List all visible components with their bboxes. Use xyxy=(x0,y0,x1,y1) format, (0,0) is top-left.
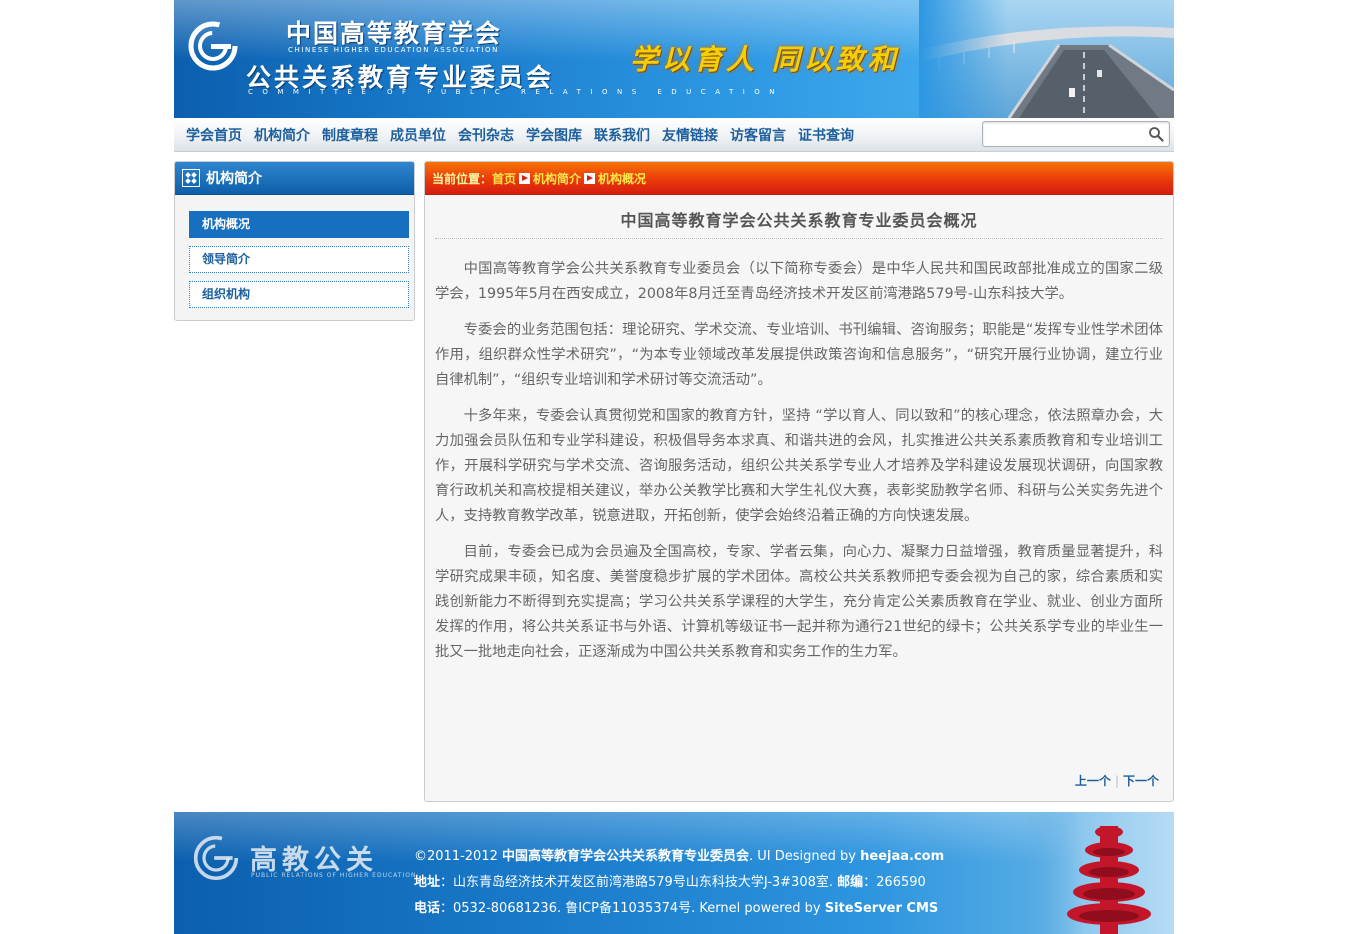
nav-item-home[interactable]: 学会首页 xyxy=(186,125,242,145)
nav-item-links[interactable]: 友情链接 xyxy=(662,125,718,145)
breadcrumb-home[interactable]: 首页 xyxy=(492,170,516,187)
search-input[interactable] xyxy=(987,122,1141,146)
article-paragraph: 专委会的业务范围包括：理论研究、学术交流、专业培训、书刊编辑、咨询服务；职能是“… xyxy=(435,322,1163,388)
pager: 上一个 | 下一个 xyxy=(1075,772,1159,789)
address-label: 地址 xyxy=(414,875,441,890)
article-paragraph: 目前，专委会已成为会员遍及全国高校，专家、学者云集，向心力、凝聚力日益增强，教育… xyxy=(435,544,1163,660)
nav-item-certificate[interactable]: 证书查询 xyxy=(798,125,854,145)
sculpture-photo xyxy=(1024,812,1174,934)
site-header: 中国高等教育学会 CHINESE HIGHER EDUCATION ASSOCI… xyxy=(174,0,1174,118)
sidebar: 机构简介 机构概况 领导简介 组织机构 xyxy=(174,161,415,321)
site-footer: 高教公关 PUBLIC RELATIONS OF HIGHER EDUCATIO… xyxy=(174,812,1174,934)
footer-line-address: 地址：山东青岛经济技术开发区前湾港路579号山东科技大学J-3#308室. 邮编… xyxy=(414,870,944,896)
org-name-cn: 中国高等教育学会 xyxy=(286,19,503,48)
next-link[interactable]: 下一个 xyxy=(1123,774,1159,788)
association-logo-icon xyxy=(188,21,238,71)
footer-brand-en: PUBLIC RELATIONS OF HIGHER EDUCATION xyxy=(251,872,417,879)
postcode: ：266590 xyxy=(863,875,926,890)
nav-item-journal[interactable]: 会刊杂志 xyxy=(458,125,514,145)
pager-separator: | xyxy=(1114,774,1119,788)
breadcrumb-about[interactable]: 机构简介 xyxy=(533,170,581,187)
designer-link[interactable]: heejaa.com xyxy=(860,849,944,864)
sidebar-header: 机构简介 xyxy=(175,162,414,195)
bridge-photo xyxy=(919,0,1174,118)
article-body: 中国高等教育学会公共关系教育专业委员会（以下简称专委会）是中华人民共和国民政部批… xyxy=(425,239,1173,665)
nav-item-members[interactable]: 成员单位 xyxy=(390,125,446,145)
nav-item-regulations[interactable]: 制度章程 xyxy=(322,125,378,145)
article-paragraph: 中国高等教育学会公共关系教育专业委员会（以下简称专委会）是中华人民共和国民政部批… xyxy=(435,261,1163,302)
footer-line-copyright: ©2011-2012 中国高等教育学会公共关系教育专业委员会. UI Desig… xyxy=(414,844,944,870)
footer-org-name: 中国高等教育学会公共关系教育专业委员会 xyxy=(502,849,750,864)
nav-item-contact[interactable]: 联系我们 xyxy=(594,125,650,145)
arrow-right-icon xyxy=(584,172,596,184)
arrow-right-icon xyxy=(519,172,531,184)
search-icon[interactable] xyxy=(1148,126,1164,142)
committee-name-en: COMMITTEE OF PUBLIC RELATIONS EDUCATION xyxy=(248,88,785,96)
footer-logo-icon xyxy=(193,835,239,881)
sidebar-item-leadership[interactable]: 领导简介 xyxy=(189,246,409,273)
designed-by-label: . UI Designed by xyxy=(749,849,856,864)
breadcrumb-overview[interactable]: 机构概况 xyxy=(598,170,646,187)
main-nav: 学会首页 机构简介 制度章程 成员单位 会刊杂志 学会图库 联系我们 友情链接 … xyxy=(174,118,1174,152)
cms-link[interactable]: SiteServer CMS xyxy=(825,901,939,916)
breadcrumb: 当前位置： 首页 机构简介 机构概况 xyxy=(425,162,1173,195)
org-name-en: CHINESE HIGHER EDUCATION ASSOCIATION xyxy=(288,46,499,54)
sidebar-list: 机构概况 领导简介 组织机构 xyxy=(189,211,414,308)
search-box xyxy=(982,121,1170,147)
article-title: 中国高等教育学会公共关系教育专业委员会概况 xyxy=(620,211,978,230)
postcode-label: 邮编 xyxy=(837,875,864,890)
main-content: 当前位置： 首页 机构简介 机构概况 中国高等教育学会公共关系教育专业委员会概况… xyxy=(424,161,1174,802)
breadcrumb-label: 当前位置： xyxy=(432,171,493,186)
slogan: 学以育人 同以致和 xyxy=(630,43,900,76)
sidebar-title: 机构简介 xyxy=(206,171,262,187)
page-wrapper: 中国高等教育学会 CHINESE HIGHER EDUCATION ASSOCI… xyxy=(174,0,1174,934)
footer-info: ©2011-2012 中国高等教育学会公共关系教育专业委员会. UI Desig… xyxy=(414,844,944,922)
sidebar-item-overview[interactable]: 机构概况 xyxy=(189,211,409,238)
copyright: ©2011-2012 xyxy=(414,849,498,864)
sidebar-item-organization[interactable]: 组织机构 xyxy=(189,281,409,308)
prev-link[interactable]: 上一个 xyxy=(1075,774,1111,788)
nav-item-gallery[interactable]: 学会图库 xyxy=(526,125,582,145)
article-paragraph: 十多年来，专委会认真贯彻党和国家的教育方针，坚持 “学以育人、同以致和”的核心理… xyxy=(435,408,1163,524)
phone-label: 电话 xyxy=(414,901,441,916)
footer-line-phone: 电话：0532-80681236. 鲁ICP备11035374号. Kernel… xyxy=(414,896,944,922)
phone: ：0532-80681236. 鲁ICP备11035374号. Kernel p… xyxy=(440,901,825,916)
address: ：山东青岛经济技术开发区前湾港路579号山东科技大学J-3#308室. xyxy=(440,875,838,890)
nav-item-about[interactable]: 机构简介 xyxy=(254,125,310,145)
nav-item-guestbook[interactable]: 访客留言 xyxy=(730,125,786,145)
grid-icon xyxy=(182,169,200,187)
